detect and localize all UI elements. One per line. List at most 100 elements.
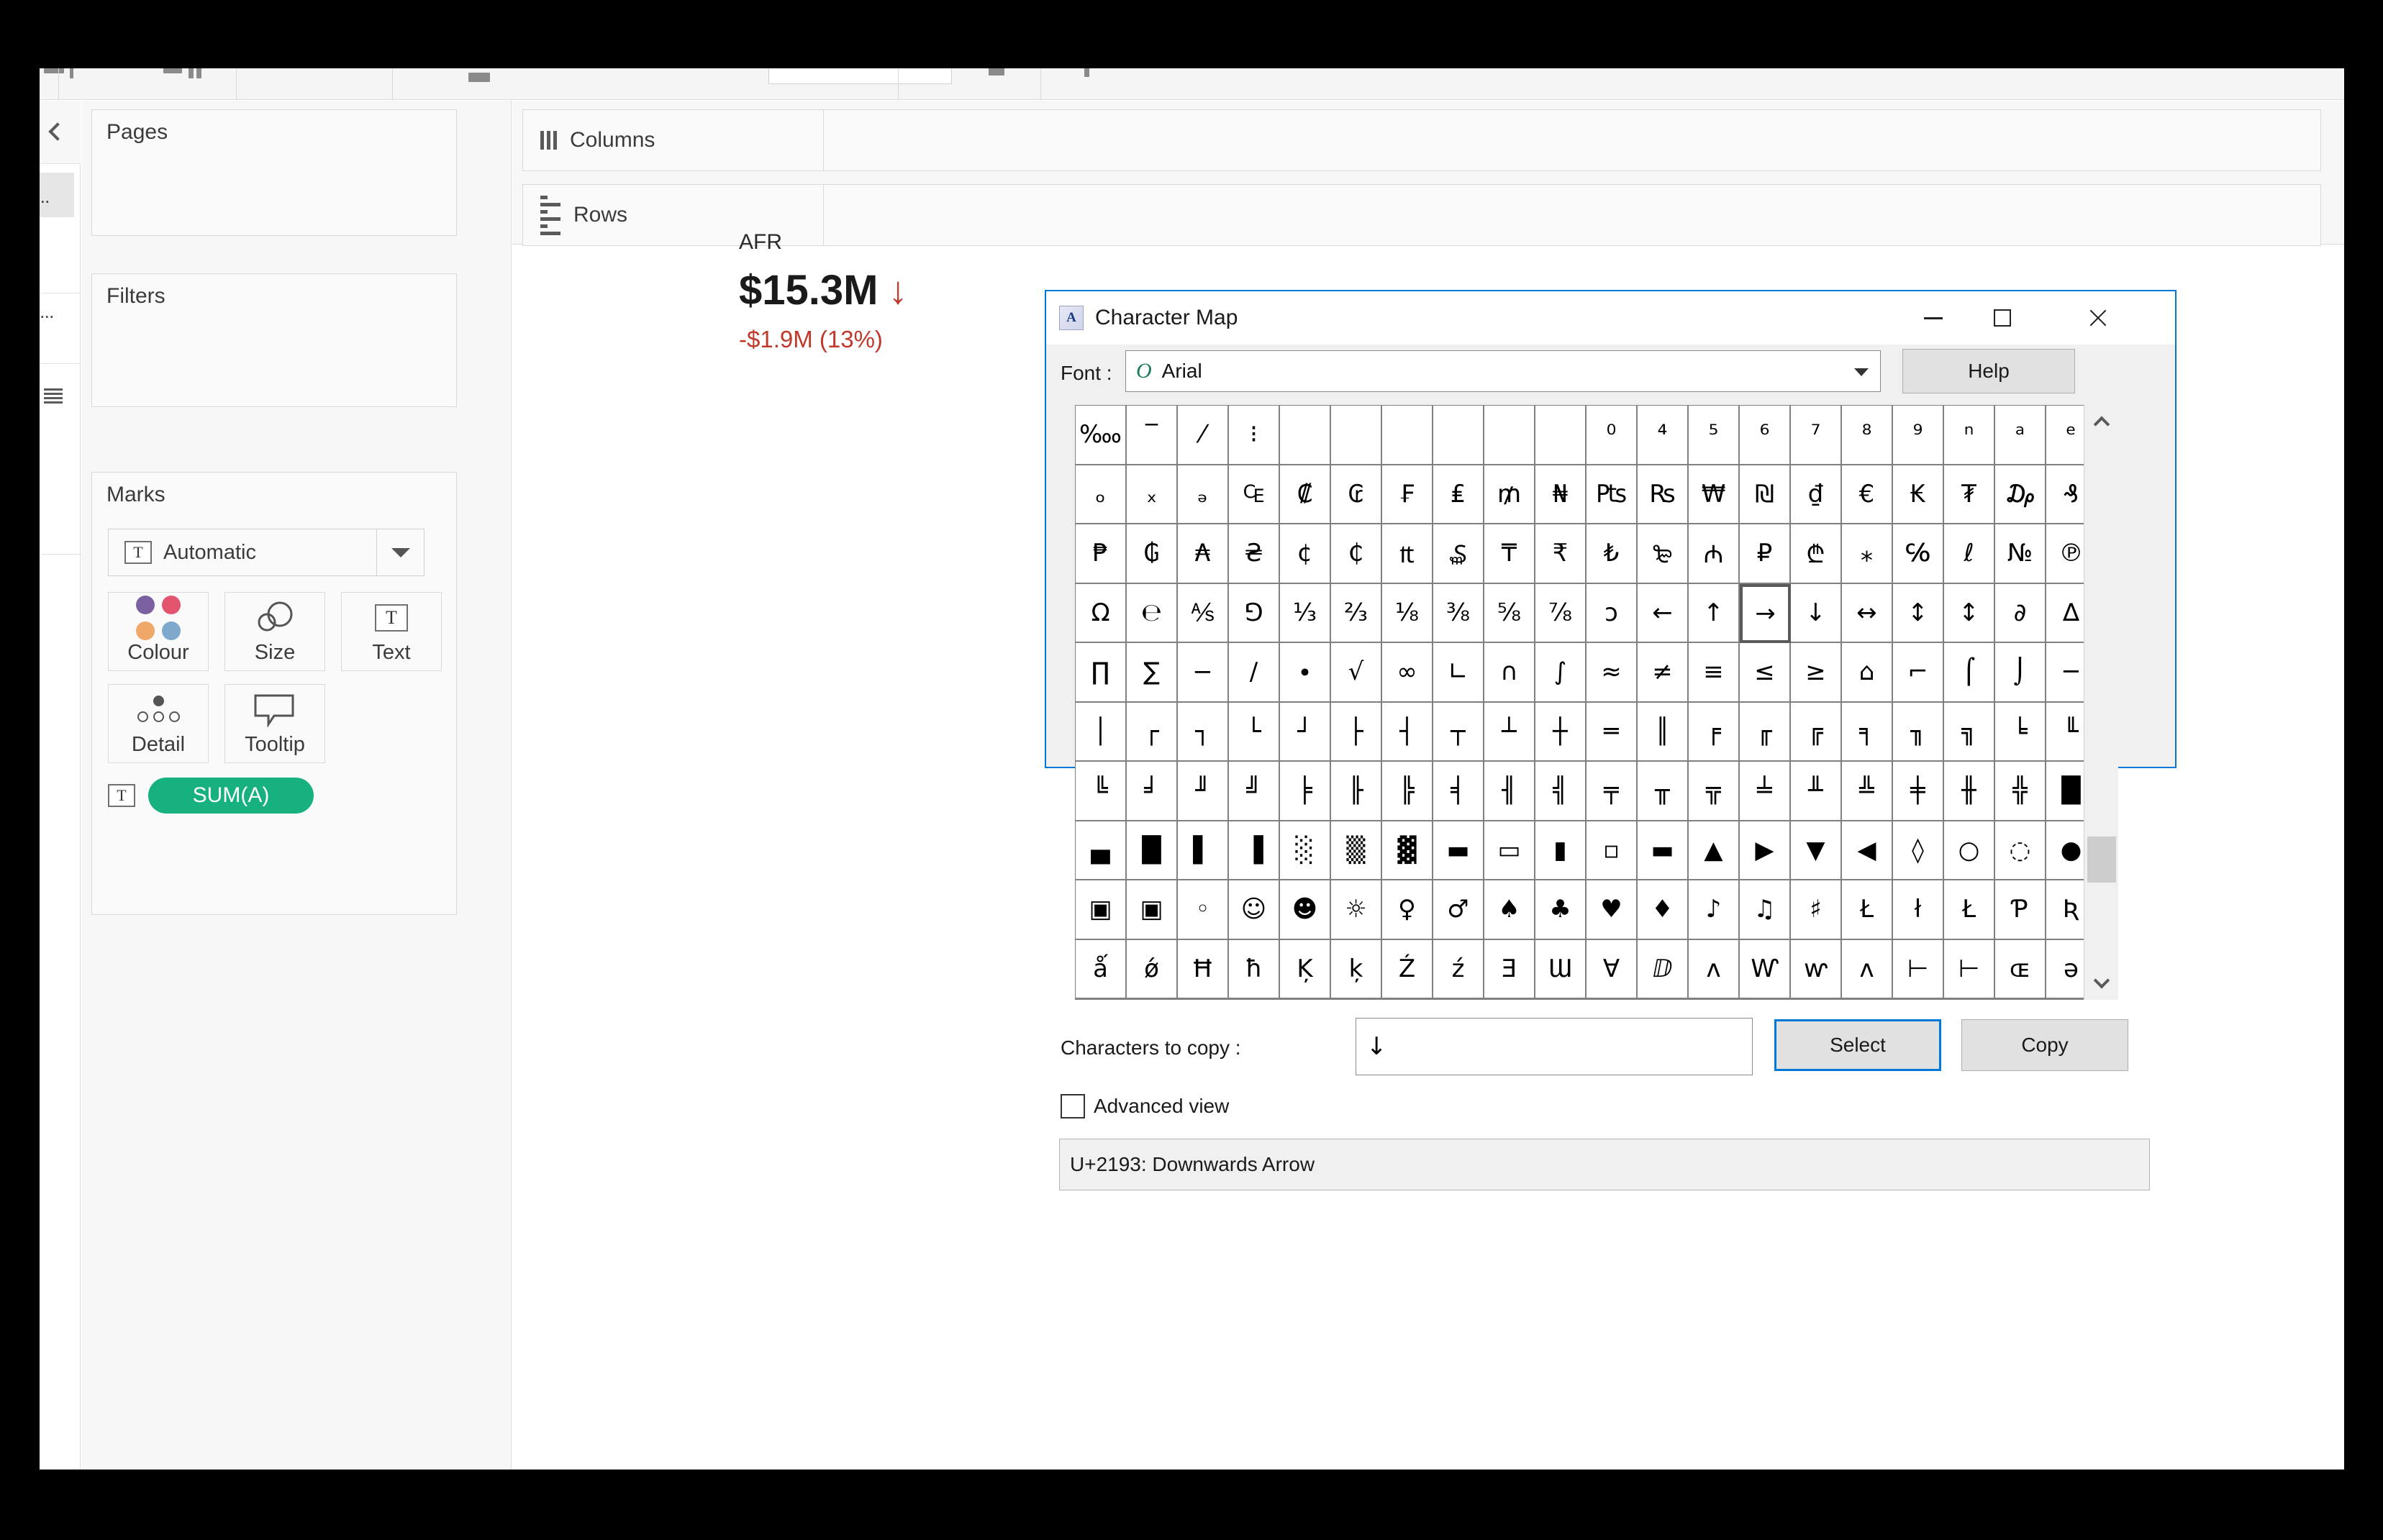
character-cell[interactable]: ₻ [1638,524,1689,584]
character-cell[interactable]: ℓ [1944,524,1995,584]
character-cell[interactable]: ⌂ [1842,643,1893,703]
character-cell[interactable]: ₾ [1791,524,1842,584]
character-cell[interactable]: ▮ [1535,821,1587,880]
character-cell[interactable]: ∂ [1995,583,2046,643]
character-cell[interactable]: ♠ [1484,880,1535,940]
select-button[interactable]: Select [1774,1019,1941,1071]
character-cell[interactable]: ¢ [1280,524,1331,584]
character-cell[interactable]: ╞ [1280,762,1331,821]
character-cell[interactable]: ▐ [1229,821,1280,880]
character-cell[interactable]: ₵ [1331,524,1382,584]
character-cell[interactable]: ₼ [1689,524,1740,584]
character-cell[interactable]: ╫ [1944,762,1995,821]
character-cell[interactable]: ⁎ [1842,524,1893,584]
character-cell[interactable]: ╣ [1535,762,1587,821]
character-cell[interactable]: ₣ [1382,465,1433,524]
character-cell[interactable]: ║ [1638,702,1689,762]
character-cell[interactable]: ╖ [1893,702,1944,762]
help-button[interactable]: Help [1902,349,2075,393]
character-cell[interactable]: ═ [1587,702,1638,762]
character-cell[interactable]: ▫ [1587,821,1638,880]
character-cell[interactable]: ▬ [1433,821,1484,880]
toolbar-chip-8[interactable] [1084,68,1089,77]
character-cell[interactable]: ⅍ [1178,583,1229,643]
font-dropdown[interactable]: O Arial [1125,350,1881,392]
character-cell[interactable]: ↓ [1791,583,1842,643]
character-cell[interactable] [1535,406,1587,465]
character-cell[interactable]: ⁸ [1842,406,1893,465]
character-cell[interactable]: ⅛ [1382,583,1433,643]
toolbar-chip-6[interactable] [468,73,490,82]
character-cell[interactable]: ♀ [1382,880,1433,940]
character-cell[interactable]: ₔ [1178,465,1229,524]
character-cell[interactable]: Ⱳ [1740,939,1791,999]
character-cell[interactable]: ◊ [1893,821,1944,880]
character-cell[interactable]: ⅝ [1484,583,1535,643]
character-cell[interactable]: ◌ [1995,821,2046,880]
character-cell[interactable]: ╝ [1229,762,1280,821]
character-cell[interactable]: ░ [1280,821,1331,880]
character-cell[interactable]: ├ [1331,702,1382,762]
character-cell[interactable]: ╢ [1484,762,1535,821]
character-cell[interactable]: ╤ [1587,762,1638,821]
toolbar-field[interactable] [768,68,952,84]
character-cell[interactable]: → [1740,583,1791,643]
character-cell[interactable]: ⁝ [1229,406,1280,465]
character-cell[interactable]: ┐ [1178,702,1229,762]
character-cell[interactable]: ₩ [1689,465,1740,524]
pages-shelf[interactable]: Pages [91,109,457,236]
character-cell[interactable]: ┌ [1127,702,1178,762]
character-cell[interactable]: ♦ [1638,880,1689,940]
character-cell[interactable]: ♂ [1433,880,1484,940]
character-cell[interactable]: Ω [1076,583,1127,643]
character-cell[interactable]: ☺ [1229,880,1280,940]
character-cell[interactable]: ⁶ [1740,406,1791,465]
character-cell[interactable]: ╗ [1944,702,1995,762]
character-cell[interactable]: ⅓ [1280,583,1331,643]
character-cell[interactable]: ⊢ [1893,939,1944,999]
toolbar-chip-5[interactable] [196,68,201,78]
character-cell[interactable]: ⁵ [1689,406,1740,465]
character-cell[interactable]: ɶ [1995,939,2046,999]
character-cell[interactable] [1382,406,1433,465]
character-cell[interactable]: ₡ [1280,465,1331,524]
character-cell[interactable]: ╥ [1638,762,1689,821]
character-cell[interactable]: ╬ [1995,762,2046,821]
character-cell[interactable]: ┴ [1484,702,1535,762]
character-cell[interactable]: ╩ [1842,762,1893,821]
character-cell[interactable]: ← [1638,583,1689,643]
character-cell[interactable]: ₭ [1893,465,1944,524]
character-cell[interactable]: ʌ [1842,939,1893,999]
character-cell[interactable]: ╒ [1689,702,1740,762]
character-cell[interactable]: ⅔ [1331,583,1382,643]
character-cell[interactable]: ₒ [1076,465,1127,524]
character-cell[interactable] [1484,406,1535,465]
character-cell[interactable]: ♥ [1587,880,1638,940]
character-cell[interactable]: ₷ [1433,524,1484,584]
character-cell[interactable]: ☼ [1331,880,1382,940]
toolbar-chip-4[interactable] [189,68,194,78]
character-cell[interactable]: Ƥ [1995,880,2046,940]
character-cell[interactable]: ł [1893,880,1944,940]
columns-shelf[interactable]: Columns [522,109,2321,171]
character-cell[interactable]: ♪ [1689,880,1740,940]
character-cell[interactable]: ʌ [1689,939,1740,999]
character-cell[interactable]: ‾ [1127,406,1178,465]
character-cell[interactable]: ǻ [1076,939,1127,999]
maximize-icon[interactable] [1968,291,2037,345]
character-cell[interactable]: ┬ [1433,702,1484,762]
character-cell[interactable]: ╛ [1127,762,1178,821]
character-cell[interactable]: ₮ [1944,465,1995,524]
character-cell[interactable]: ♯ [1791,880,1842,940]
collapse-pane-button[interactable] [40,101,81,164]
character-cell[interactable]: ∕ [1229,643,1280,703]
character-cell[interactable]: ₦ [1535,465,1587,524]
character-cell[interactable]: ╡ [1433,762,1484,821]
character-cell[interactable]: ₳ [1178,524,1229,584]
character-cell[interactable]: ⌐ [1893,643,1944,703]
character-cell[interactable]: ┼ [1535,702,1587,762]
character-cell[interactable]: ⌡ [1995,643,2046,703]
character-cell[interactable]: ↄ [1587,583,1638,643]
character-cell[interactable]: Ħ [1178,939,1229,999]
character-cell[interactable]: ▲ [1689,821,1740,880]
